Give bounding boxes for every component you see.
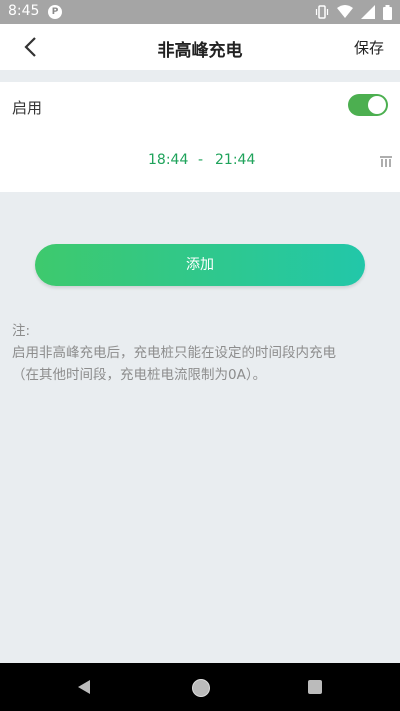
- nav-back-icon[interactable]: [76, 679, 92, 695]
- note-heading: 注:: [12, 323, 31, 339]
- time-period-row[interactable]: 18:44 - 21:44: [0, 152, 400, 172]
- schedule-card: 启用 18:44 - 21:44: [0, 82, 400, 192]
- start-time[interactable]: 18:44: [148, 152, 188, 168]
- end-time[interactable]: 21:44: [215, 152, 255, 168]
- enable-label: 启用: [12, 99, 43, 117]
- add-button[interactable]: 添加: [35, 244, 365, 286]
- delete-icon[interactable]: [380, 156, 392, 168]
- battery-icon: [383, 4, 392, 20]
- note-line-2: （在其他时间段，充电桩电流限制为0A）。: [12, 367, 267, 383]
- top-app-bar: 非高峰充电 保存: [0, 24, 400, 70]
- status-bar: 8:45 P: [0, 0, 400, 24]
- system-icons: [315, 4, 392, 20]
- wifi-icon: [337, 5, 353, 18]
- nav-home-icon[interactable]: [192, 679, 210, 697]
- save-button[interactable]: 保存: [354, 37, 384, 58]
- system-nav-bar: [0, 663, 400, 711]
- app-notification-icon: P: [48, 5, 62, 19]
- nav-recents-icon[interactable]: [308, 680, 322, 694]
- toggle-knob: [368, 96, 386, 114]
- vibrate-icon: [315, 5, 329, 19]
- page-title: 非高峰充电: [157, 41, 243, 61]
- note-line-1: 启用非高峰充电后，充电桩只能在设定的时间段内充电: [12, 345, 336, 361]
- time-separator: -: [198, 152, 204, 168]
- note-section: 注: 启用非高峰充电后，充电桩只能在设定的时间段内充电 （在其他时间段，充电桩电…: [12, 320, 392, 386]
- enable-toggle[interactable]: [348, 94, 388, 116]
- signal-icon: [361, 5, 375, 19]
- status-time: 8:45: [8, 3, 40, 19]
